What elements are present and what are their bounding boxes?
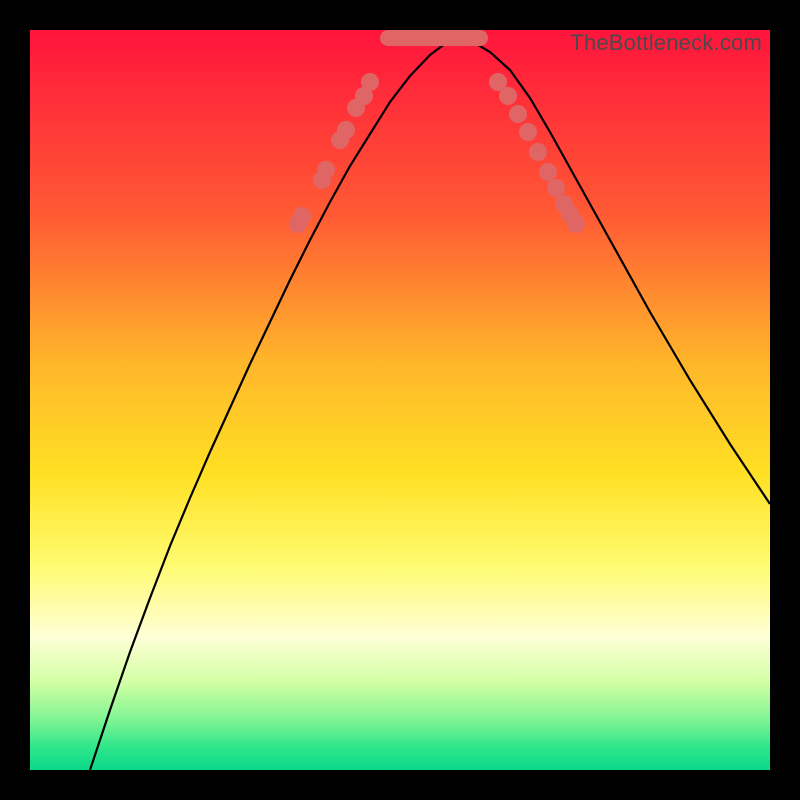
- watermark-text: TheBottleneck.com: [570, 30, 762, 56]
- bottleneck-curve: [90, 40, 770, 770]
- marker-dot: [317, 161, 335, 179]
- marker-dot: [567, 215, 585, 233]
- marker-dot: [361, 73, 379, 91]
- curve-layer: [30, 30, 770, 770]
- marker-dot: [499, 87, 517, 105]
- marker-dot: [293, 207, 311, 225]
- marker-dot: [509, 105, 527, 123]
- marker-dot: [529, 143, 547, 161]
- plot-area: TheBottleneck.com: [30, 30, 770, 770]
- marker-dot: [539, 163, 557, 181]
- trough-bar: [380, 30, 488, 46]
- marker-dot: [547, 179, 565, 197]
- marker-dot: [519, 123, 537, 141]
- marker-dots: [289, 73, 585, 233]
- marker-dot: [337, 121, 355, 139]
- bottleneck-chart: TheBottleneck.com: [0, 0, 800, 800]
